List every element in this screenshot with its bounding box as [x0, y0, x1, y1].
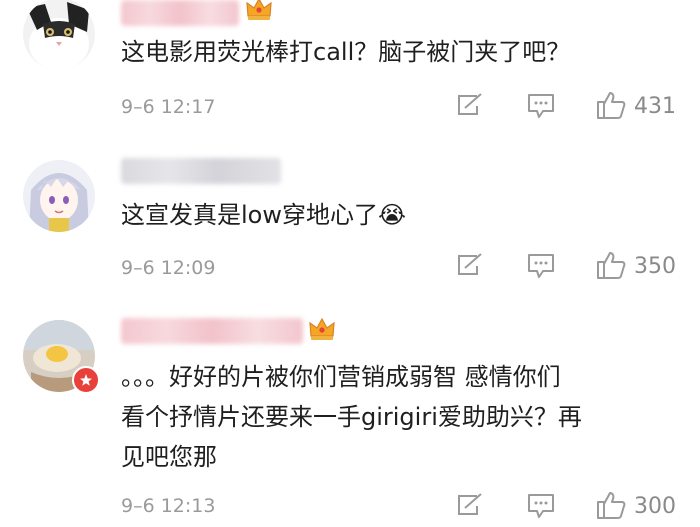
weibo-badge-icon [72, 366, 100, 394]
like-count: 300 [634, 494, 676, 519]
username[interactable] [121, 318, 303, 344]
crown-icon [308, 316, 336, 342]
comment-bubble-icon[interactable] [526, 492, 556, 524]
thumbs-up-icon[interactable] [596, 490, 626, 524]
comment-item-3: 。。。好好的片被你们营销成弱智 感情你们 看个抒情片还要来一手girigiri爱… [0, 0, 700, 527]
timestamp: 9–6 12:13 [121, 495, 216, 517]
comment-text: 。。。好好的片被你们营销成弱智 感情你们 看个抒情片还要来一手girigiri爱… [121, 363, 582, 471]
share-edit-icon[interactable] [455, 492, 485, 522]
